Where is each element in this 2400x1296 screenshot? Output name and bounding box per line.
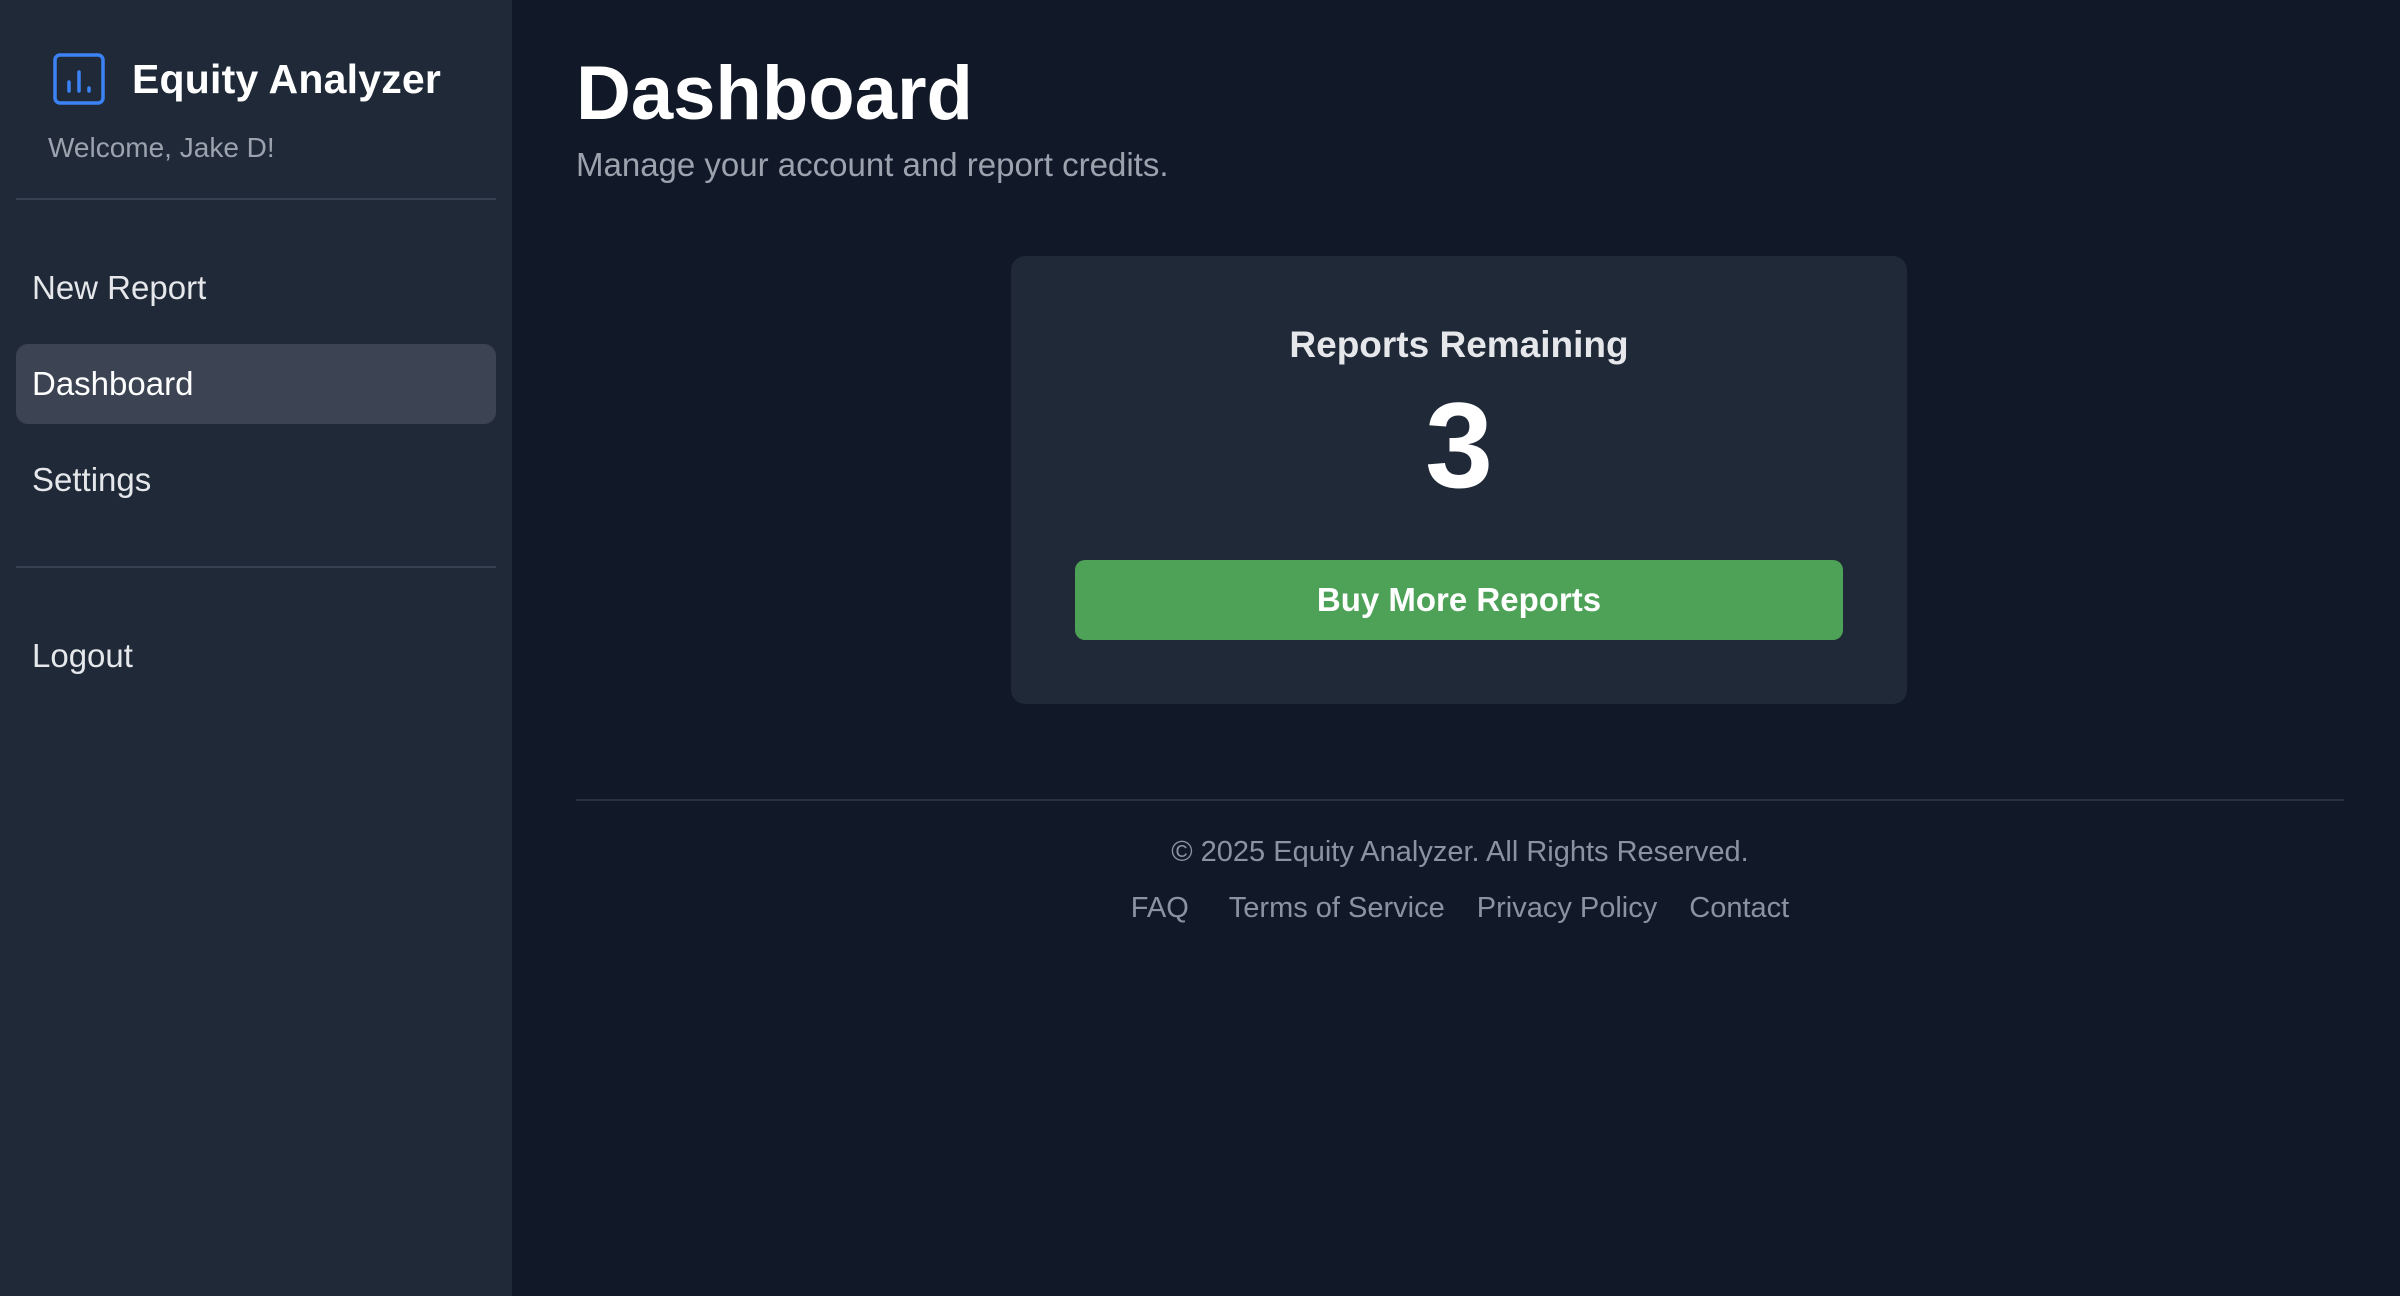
reports-remaining-label: Reports Remaining [1289,324,1629,365]
footer-link-terms[interactable]: Terms of Service [1229,892,1445,925]
app-root: Equity Analyzer Welcome, Jake D! New Rep… [0,0,2400,1296]
welcome-message: Welcome, Jake D! [48,132,275,163]
sidebar-divider [16,198,496,200]
footer-link-faq[interactable]: FAQ [1131,892,1189,925]
footer-link-contact[interactable]: Contact [1689,892,1789,925]
bar-chart-icon [52,52,106,106]
logout-button[interactable]: Logout [16,616,496,696]
sidebar-item-settings[interactable]: Settings [16,440,496,520]
buy-more-reports-button[interactable]: Buy More Reports [1075,560,1843,640]
app-title: Equity Analyzer [132,55,442,102]
sidebar-item-new-report[interactable]: New Report [16,248,496,328]
main-content: Dashboard Manage your account and report… [512,0,2400,1296]
page-title: Dashboard [576,51,973,136]
footer-link-privacy[interactable]: Privacy Policy [1477,892,1658,925]
footer-links: FAQ Terms of Service Privacy Policy Cont… [576,892,2344,925]
footer-copyright: © 2025 Equity Analyzer. All Rights Reser… [1171,836,1749,868]
brand: Equity Analyzer [16,0,496,106]
reports-remaining-count: 3 [1425,377,1493,513]
reports-remaining-card: Reports Remaining 3 Buy More Reports [1011,256,1907,704]
sidebar: Equity Analyzer Welcome, Jake D! New Rep… [0,0,512,1296]
page-subtitle: Manage your account and report credits. [576,146,1169,183]
footer-divider [576,799,2344,801]
sidebar-item-dashboard[interactable]: Dashboard [16,344,496,424]
sidebar-nav: New Report Dashboard Settings [16,248,496,520]
sidebar-divider-bottom [16,566,496,568]
